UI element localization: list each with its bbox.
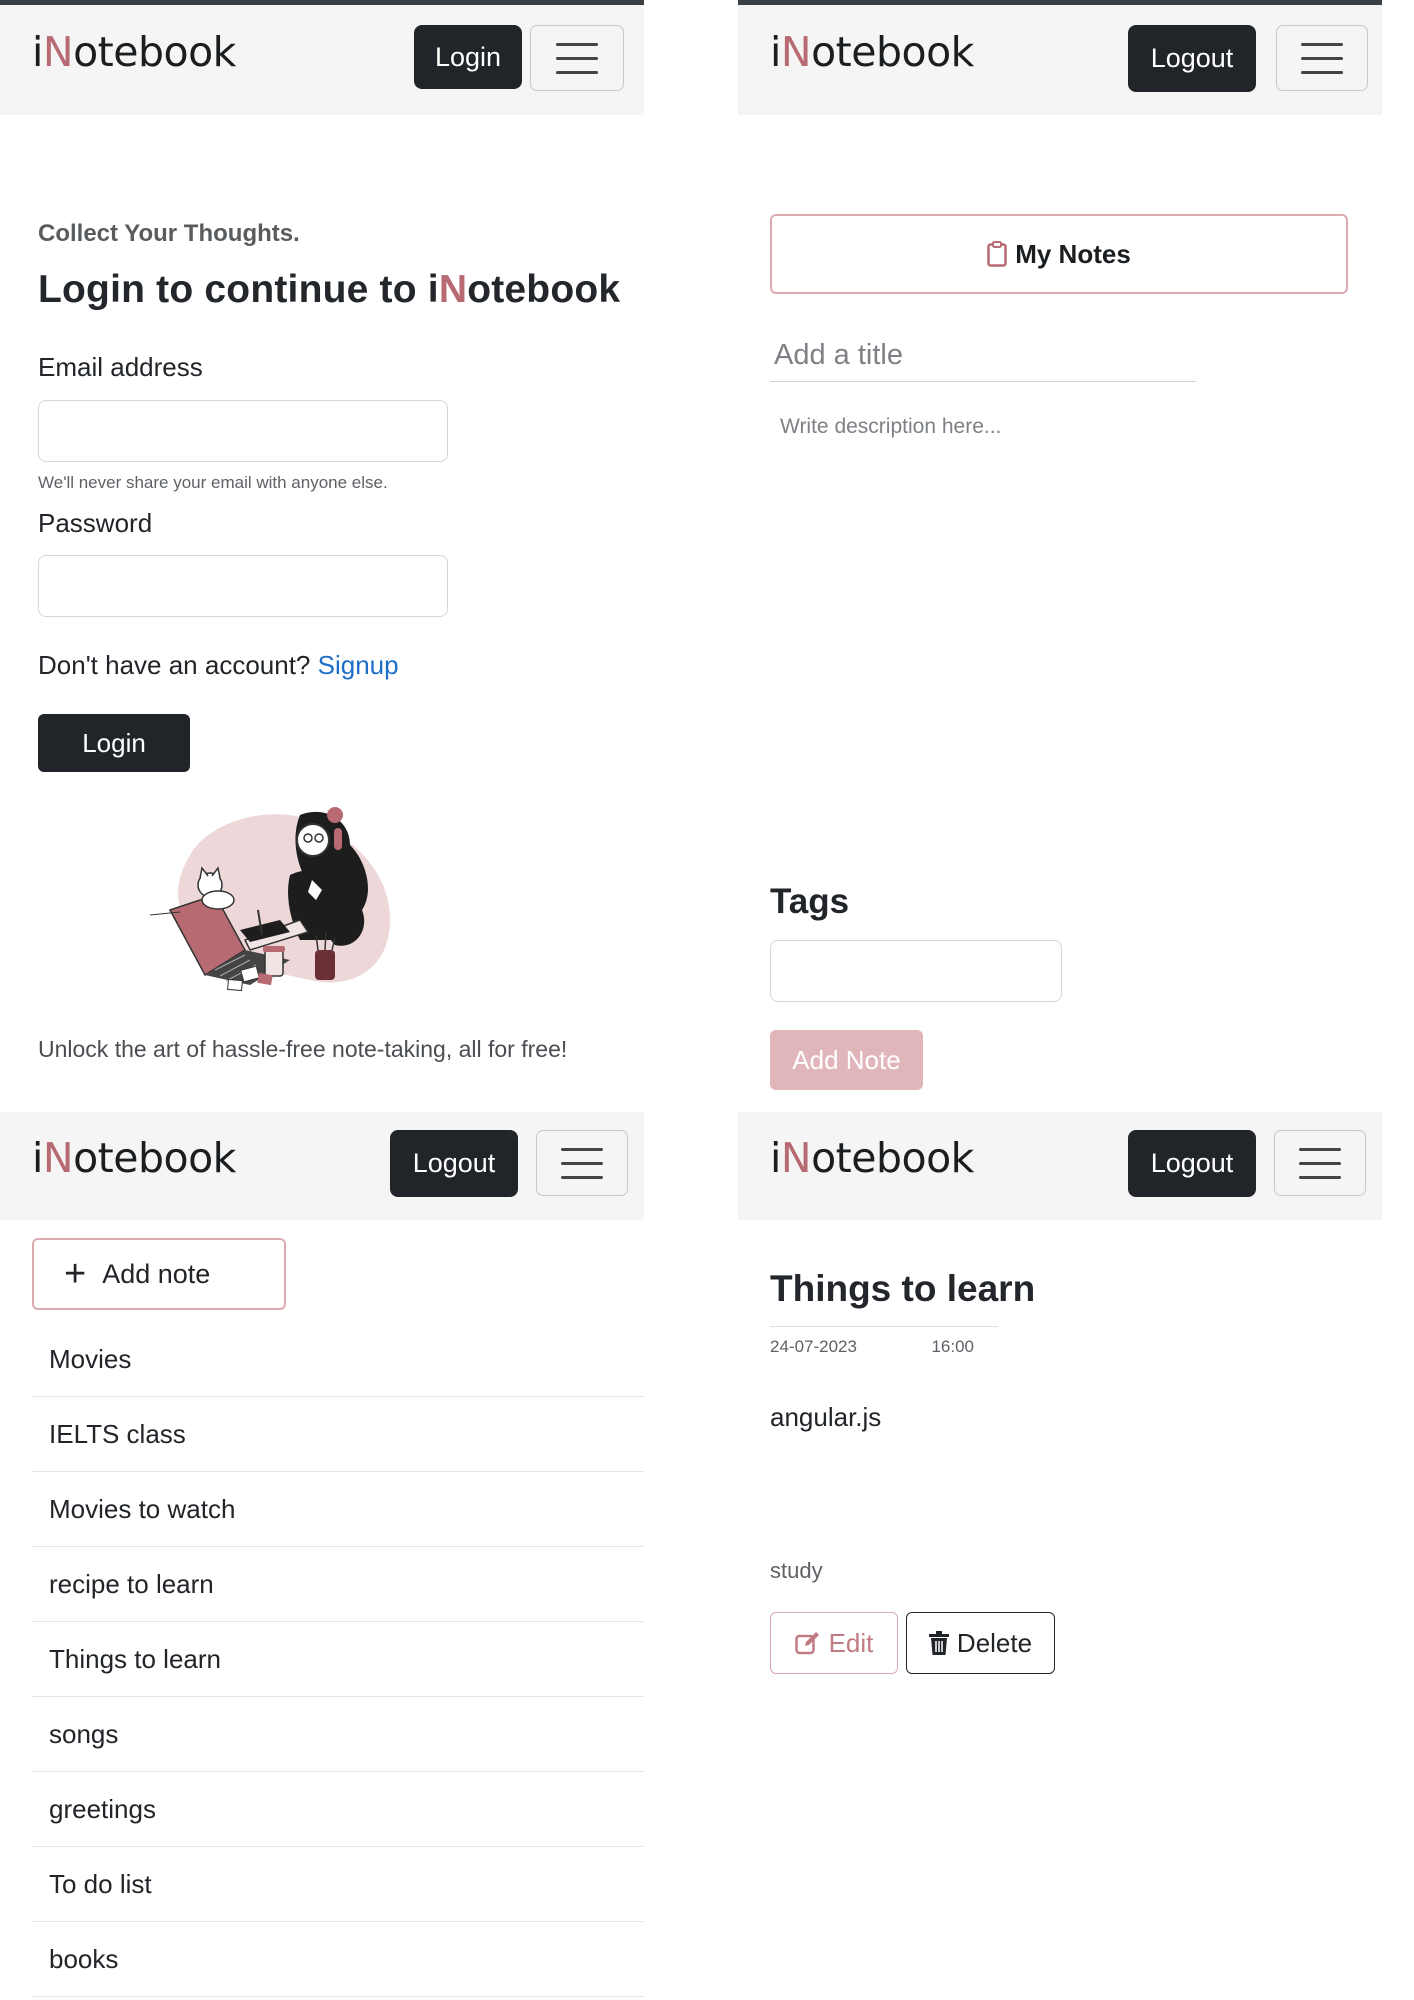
note-date: 24-07-2023 (770, 1337, 857, 1356)
list-item[interactable]: Things to learn (32, 1622, 644, 1697)
brand-logo[interactable]: iNotebook (32, 1134, 236, 1183)
login-screen: iNotebook Login Collect Your Thoughts. L… (0, 0, 644, 1112)
plus-icon: + (64, 1253, 87, 1295)
brand-logo[interactable]: iNotebook (32, 28, 236, 77)
list-item[interactable]: greetings (32, 1772, 644, 1847)
logout-button[interactable]: Logout (390, 1130, 518, 1197)
footer-text: Unlock the art of hassle-free note-takin… (38, 1036, 568, 1062)
email-field[interactable] (38, 400, 448, 462)
tags-input[interactable] (770, 940, 1062, 1002)
list-item[interactable]: recipe to learn (32, 1547, 644, 1622)
menu-toggle-icon[interactable] (1276, 25, 1368, 91)
add-note-label: Add note (102, 1258, 211, 1289)
list-item[interactable]: IELTS class (32, 1397, 644, 1472)
top-border (0, 0, 644, 5)
edit-label: Edit (828, 1627, 874, 1658)
password-field[interactable] (38, 555, 448, 617)
list-item[interactable]: To do list (32, 1847, 644, 1922)
list-item[interactable]: Movies (32, 1322, 644, 1397)
note-tag: study (770, 1558, 823, 1583)
edit-icon (794, 1631, 821, 1655)
brand-logo[interactable]: iNotebook (770, 28, 974, 77)
signup-prompt: Don't have an account? Signup (38, 650, 399, 680)
notes-list: Movies IELTS class Movies to watch recip… (32, 1322, 644, 1997)
password-label: Password (38, 508, 153, 538)
logout-button[interactable]: Logout (1128, 1130, 1256, 1197)
notes-list-screen: iNotebook Logout + Add note Movies IELTS… (0, 1112, 644, 2000)
email-help-text: We'll never share your email with anyone… (38, 473, 388, 492)
email-label: Email address (38, 352, 203, 382)
logout-button[interactable]: Logout (1128, 25, 1256, 92)
tagline: Collect Your Thoughts. (38, 220, 300, 247)
edit-button[interactable]: Edit (770, 1612, 898, 1674)
note-description: angular.js (770, 1402, 882, 1432)
delete-label: Delete (956, 1627, 1033, 1658)
delete-button[interactable]: Delete (906, 1612, 1055, 1674)
top-border (738, 0, 1382, 5)
my-notes-label: My Notes (1015, 238, 1131, 269)
signup-link[interactable]: Signup (318, 650, 399, 680)
login-submit-button[interactable]: Login (38, 714, 190, 772)
description-textarea[interactable]: Write description here... (780, 415, 1001, 439)
clipboard-icon (987, 241, 1007, 267)
list-item[interactable]: songs (32, 1697, 644, 1772)
add-note-submit-button[interactable]: Add Note (770, 1030, 923, 1090)
navbar: iNotebook Logout (738, 1112, 1382, 1220)
note-title: Things to learn (770, 1268, 1036, 1309)
trash-icon (928, 1631, 949, 1655)
tags-heading: Tags (770, 882, 850, 921)
illustration-woman-at-laptop (150, 807, 390, 992)
note-detail-screen: iNotebook Logout Things to learn 24-07-2… (738, 1112, 1382, 2000)
navbar: iNotebook Logout (738, 0, 1382, 115)
menu-toggle-icon[interactable] (536, 1130, 628, 1196)
add-note-button[interactable]: + Add note (32, 1238, 286, 1310)
list-item[interactable]: Movies to watch (32, 1472, 644, 1547)
menu-toggle-icon[interactable] (530, 25, 624, 91)
note-time: 16:00 (931, 1337, 974, 1356)
list-item[interactable]: books (32, 1922, 644, 1997)
nav-login-button[interactable]: Login (414, 25, 522, 89)
page-title: Login to continue to iNotebook (38, 268, 621, 311)
note-meta: 24-07-2023 16:00 (770, 1326, 998, 1357)
my-notes-button[interactable]: My Notes (770, 214, 1348, 294)
navbar: iNotebook Logout (0, 1112, 644, 1220)
brand-logo[interactable]: iNotebook (770, 1134, 974, 1183)
menu-toggle-icon[interactable] (1274, 1130, 1366, 1196)
add-note-screen: iNotebook Logout My Notes Add a title Wr… (738, 0, 1382, 1112)
title-input[interactable]: Add a title (770, 330, 1196, 382)
navbar: iNotebook Login (0, 0, 644, 115)
